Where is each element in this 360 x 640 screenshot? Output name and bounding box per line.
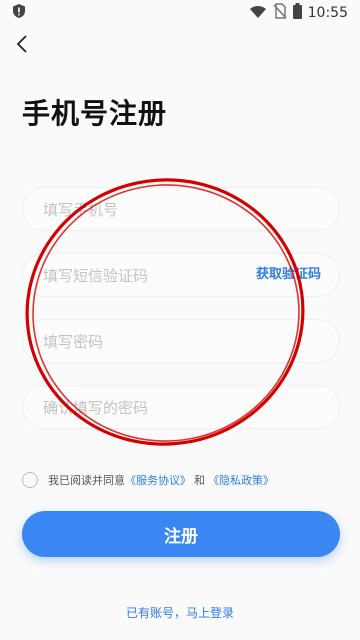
login-link[interactable]: 已有账号，马上登录 (0, 604, 360, 621)
password-field-container (22, 319, 340, 364)
agreement-checkbox[interactable] (22, 472, 38, 488)
chevron-left-icon (15, 34, 29, 58)
phone-field-container (22, 187, 340, 232)
page-title: 手机号注册 (22, 97, 168, 130)
agreement-and: 和 (194, 474, 205, 487)
battery-icon (292, 3, 302, 23)
service-agreement-link[interactable]: 《服务协议》 (125, 472, 191, 488)
agreement-prefix: 我已阅读并同意 (48, 474, 125, 487)
privacy-policy-link[interactable]: 《隐私政策》 (208, 472, 274, 488)
shield-alert-icon (12, 3, 26, 23)
back-button[interactable] (10, 34, 34, 58)
status-time: 10:55 (307, 5, 348, 21)
register-button[interactable]: 注册 (22, 511, 340, 557)
no-sim-icon (273, 3, 287, 23)
agreement-row: 我已阅读并同意 《服务协议》 和 《隐私政策》 (22, 472, 274, 488)
sms-code-input[interactable] (41, 254, 265, 298)
get-code-button[interactable]: 获取验证码 (256, 254, 321, 296)
phone-input[interactable] (41, 188, 265, 232)
sms-code-field-container: 获取验证码 (22, 253, 340, 298)
confirm-password-field-container (22, 385, 340, 430)
confirm-password-input[interactable] (41, 386, 265, 430)
status-bar: 10:55 (0, 0, 360, 26)
wifi-icon (249, 4, 267, 23)
password-input[interactable] (41, 320, 265, 364)
